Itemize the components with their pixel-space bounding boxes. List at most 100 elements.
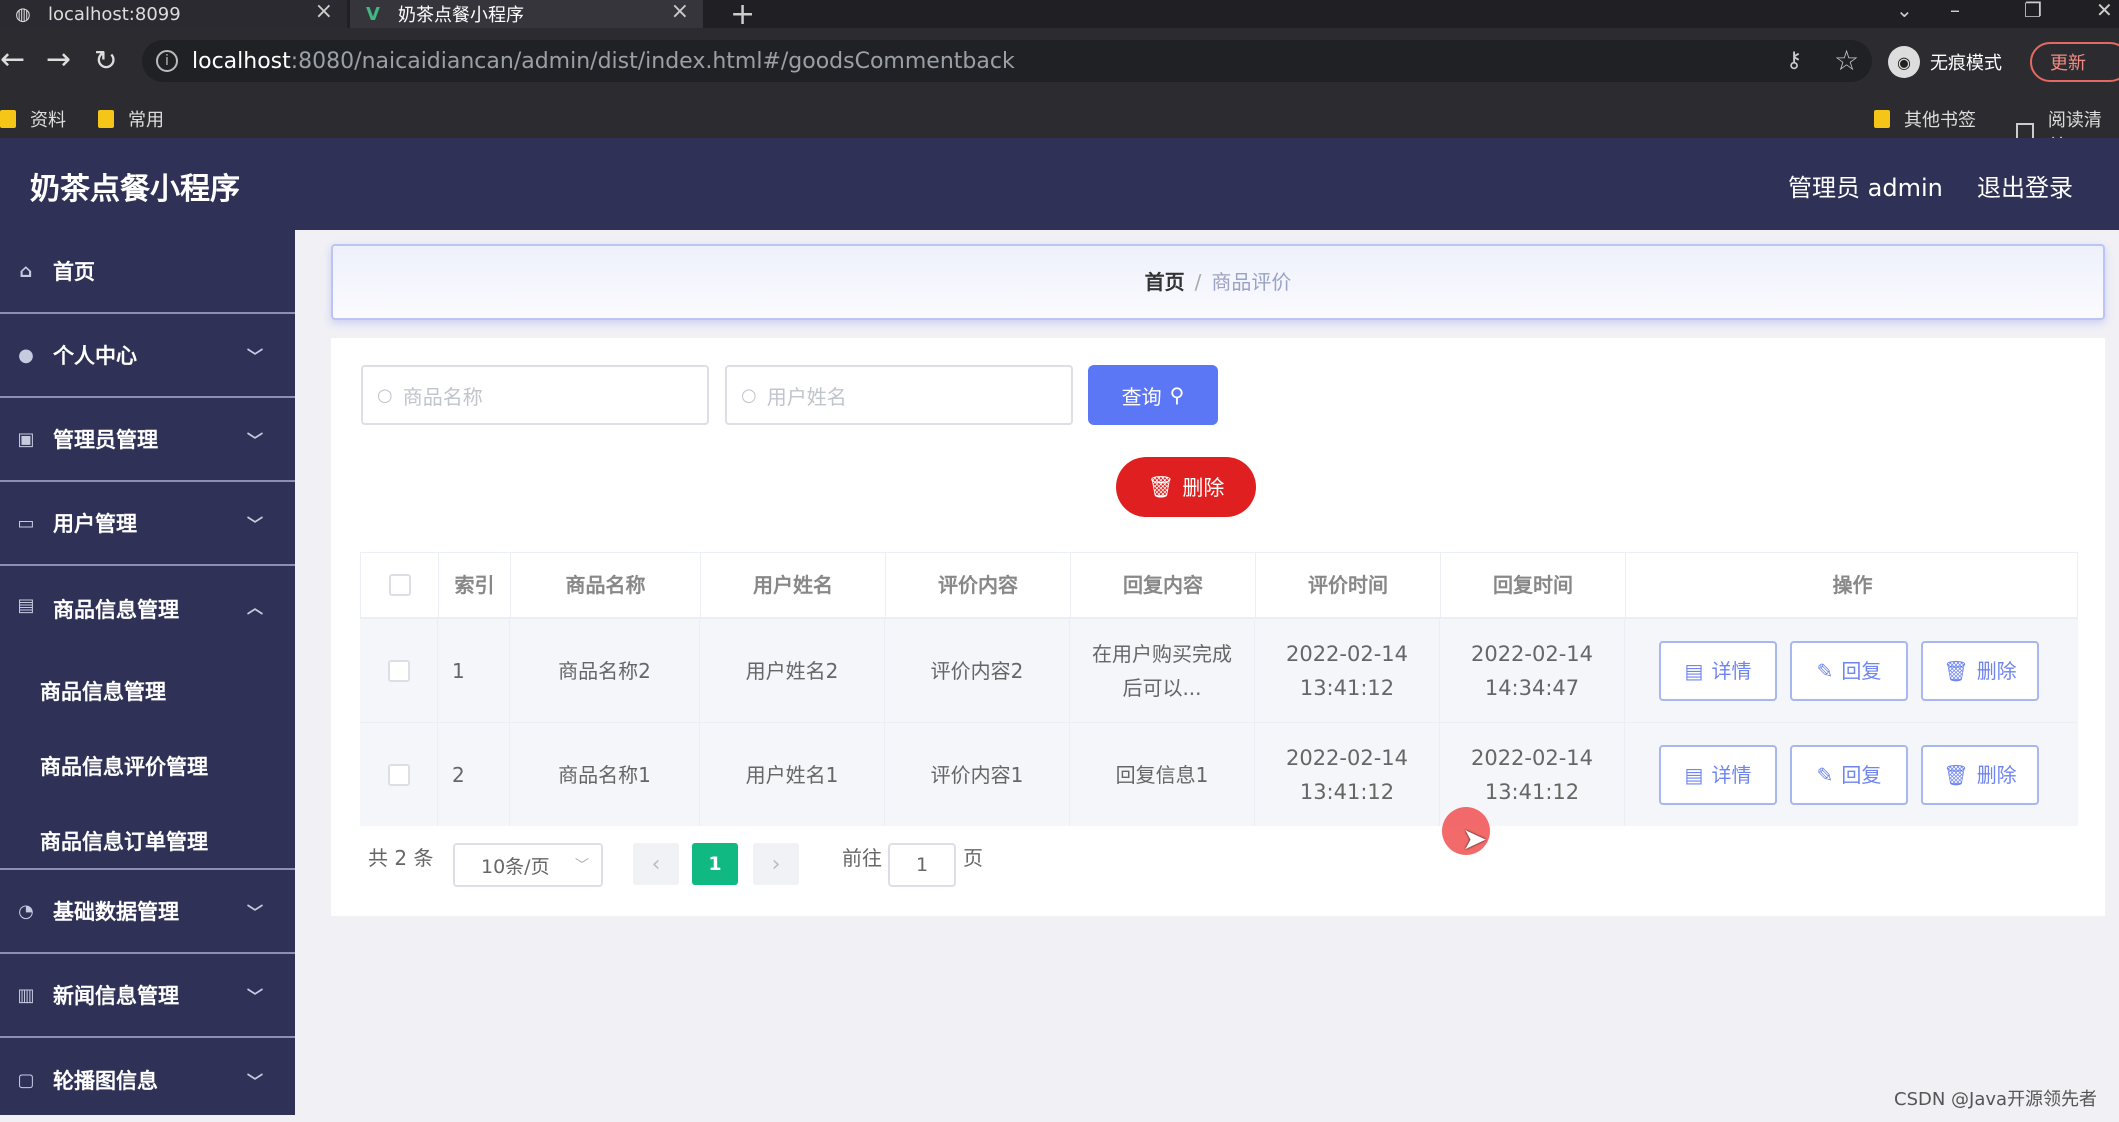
sidebar-item-goods-management[interactable]: ▤ 商品信息管理 ︿ bbox=[0, 566, 295, 870]
reload-icon[interactable]: ↻ bbox=[94, 44, 117, 77]
key-icon[interactable]: ⚷ bbox=[1786, 48, 1802, 73]
admin-user-label: 管理员 admin bbox=[1788, 174, 1943, 202]
bookmark-label: 其他书签 bbox=[1904, 110, 1976, 131]
reply-label: 回复 bbox=[1841, 763, 1882, 787]
select-all-checkbox[interactable] bbox=[388, 574, 411, 596]
breadcrumb-home[interactable]: 首页 bbox=[1145, 270, 1185, 294]
document-icon: ▤ bbox=[1684, 763, 1704, 787]
back-icon[interactable]: ← bbox=[0, 42, 25, 77]
goods-name-search-input[interactable]: ○ 商品名称 bbox=[361, 365, 709, 425]
browser-tab-localhost[interactable]: ◍ localhost:8099 × bbox=[0, 0, 347, 28]
pagination-total: 共 2 条 bbox=[368, 846, 434, 870]
breadcrumb-current: 商品评价 bbox=[1211, 270, 1292, 294]
sidebar-subitem-goods-orders[interactable]: 商品信息订单管理 bbox=[40, 826, 208, 856]
sidebar-item-news-management[interactable]: ▥ 新闻信息管理 ﹀ bbox=[0, 954, 295, 1038]
header-comment-time: 评价时间 bbox=[1256, 553, 1441, 617]
info-icon[interactable]: i bbox=[156, 50, 178, 72]
reply-button[interactable]: ✎ 回复 bbox=[1790, 641, 1908, 701]
incognito-icon: ◉ bbox=[1888, 46, 1920, 78]
browser-tab-app[interactable]: V 奶茶点餐小程序 × bbox=[350, 0, 703, 28]
search-icon: ○ bbox=[377, 384, 393, 406]
vue-logo-icon: V bbox=[366, 3, 380, 25]
row-reply: 回复信息1 bbox=[1070, 723, 1255, 826]
sidebar-item-label: 轮播图信息 bbox=[53, 1069, 158, 1093]
header-goods-name: 商品名称 bbox=[511, 553, 701, 617]
row-checkbox[interactable] bbox=[387, 763, 410, 786]
folder-icon bbox=[0, 110, 16, 128]
bulk-delete-button[interactable]: 🗑 删除 bbox=[1116, 457, 1256, 517]
bookmark-folder[interactable]: 常用 bbox=[98, 106, 164, 132]
sidebar-item-label: 用户管理 bbox=[53, 512, 137, 536]
restore-icon[interactable]: ❐ bbox=[2024, 0, 2042, 22]
row-reply: 在用户购买完成后可以... bbox=[1070, 619, 1255, 722]
sidebar-item-label: 首页 bbox=[53, 260, 95, 284]
goto-page-input[interactable]: 1 bbox=[888, 843, 956, 887]
sidebar-item-label: 基础数据管理 bbox=[53, 900, 179, 924]
bookmark-folder[interactable]: 资料 bbox=[0, 106, 66, 132]
row-index: 2 bbox=[438, 723, 510, 826]
sidebar-subitem-goods-comments[interactable]: 商品信息评价管理 bbox=[40, 751, 208, 781]
bookmark-star-icon[interactable]: ☆ bbox=[1834, 44, 1859, 77]
row-checkbox[interactable] bbox=[387, 659, 410, 682]
shop-icon: ▤ bbox=[17, 594, 35, 616]
sidebar-item-personal-center[interactable]: ● 个人中心 ﹀ bbox=[0, 314, 295, 398]
tab-close-icon[interactable]: × bbox=[315, 0, 333, 24]
table-row: 1 商品名称2 用户姓名2 评价内容2 在用户购买完成后可以... 2022-0… bbox=[360, 618, 2078, 722]
chevron-down-icon: ﹀ bbox=[246, 1072, 263, 1091]
sidebar-item-user-management[interactable]: ▭ 用户管理 ﹀ bbox=[0, 482, 295, 566]
clipboard-icon: ▣ bbox=[17, 428, 35, 450]
bookmark-label: 常用 bbox=[128, 110, 164, 131]
row-goods-name: 商品名称2 bbox=[510, 619, 700, 722]
breadcrumb: 首页 / 商品评价 bbox=[331, 244, 2105, 320]
page-size-select[interactable]: 10条/页 ﹀ bbox=[453, 843, 603, 887]
sidebar-subitem-goods-info[interactable]: 商品信息管理 bbox=[40, 676, 166, 706]
query-button[interactable]: 查询 ⚲ bbox=[1088, 365, 1218, 425]
bulk-delete-label: 删除 bbox=[1182, 476, 1225, 500]
row-user-name: 用户姓名2 bbox=[700, 619, 885, 722]
delete-button[interactable]: 🗑 删除 bbox=[1921, 641, 2039, 701]
next-page-button[interactable]: › bbox=[753, 843, 799, 885]
page-number-current[interactable]: 1 bbox=[692, 843, 738, 885]
header-actions: 操作 bbox=[1832, 573, 1873, 597]
header-comment: 评价内容 bbox=[886, 553, 1071, 617]
folder-icon bbox=[98, 110, 114, 128]
trash-icon: 🗑 bbox=[1943, 659, 1969, 683]
chevron-left-icon: ‹ bbox=[651, 851, 661, 877]
tab-search-icon[interactable]: ⌄ bbox=[1896, 0, 1913, 22]
minimize-icon[interactable]: – bbox=[1950, 0, 1960, 22]
detail-button[interactable]: ▤ 详情 bbox=[1659, 745, 1777, 805]
logout-link[interactable]: 退出登录 bbox=[1977, 168, 2073, 203]
detail-label: 详情 bbox=[1711, 659, 1752, 683]
forward-icon[interactable]: → bbox=[46, 42, 71, 77]
update-button[interactable]: 更新 bbox=[2030, 42, 2119, 82]
query-label: 查询 bbox=[1121, 384, 1162, 409]
header-reply: 回复内容 bbox=[1071, 553, 1256, 617]
sidebar-item-carousel[interactable]: ▢ 轮播图信息 ﹀ bbox=[0, 1038, 295, 1122]
sidebar-item-admin-management[interactable]: ▣ 管理员管理 ﹀ bbox=[0, 398, 295, 482]
app-title: 奶茶点餐小程序 bbox=[30, 172, 240, 207]
reply-button[interactable]: ✎ 回复 bbox=[1790, 745, 1908, 805]
header-select-all bbox=[361, 553, 439, 617]
folder-icon bbox=[1874, 110, 1890, 128]
sidebar-item-basic-data[interactable]: ◔ 基础数据管理 ﹀ bbox=[0, 870, 295, 954]
chevron-down-icon: ﹀ bbox=[575, 858, 589, 874]
detail-button[interactable]: ▤ 详情 bbox=[1659, 641, 1777, 701]
url-field[interactable]: i localhost:8080/naicaidiancan/admin/dis… bbox=[142, 40, 1872, 82]
user-name-search-input[interactable]: ○ 用户姓名 bbox=[725, 365, 1073, 425]
sidebar-item-label: 管理员管理 bbox=[53, 428, 158, 452]
user-icon: ● bbox=[18, 344, 34, 366]
edit-icon: ✎ bbox=[1816, 659, 1834, 683]
home-icon: ⌂ bbox=[19, 260, 33, 282]
header-reply-time: 回复时间 bbox=[1441, 553, 1626, 617]
window-close-icon[interactable]: ✕ bbox=[2096, 0, 2113, 22]
incognito-indicator[interactable]: ◉ 无痕模式 bbox=[1888, 40, 2002, 84]
sidebar-item-home[interactable]: ⌂ 首页 bbox=[0, 230, 295, 314]
id-card-icon: ▭ bbox=[17, 512, 35, 534]
chevron-down-icon: ﹀ bbox=[246, 347, 263, 366]
chevron-down-icon: ﹀ bbox=[246, 987, 263, 1006]
row-user-name: 用户姓名1 bbox=[700, 723, 885, 826]
prev-page-button[interactable]: ‹ bbox=[633, 843, 679, 885]
delete-button[interactable]: 🗑 删除 bbox=[1921, 745, 2039, 805]
tab-close-icon[interactable]: × bbox=[671, 0, 689, 24]
bookmark-folder[interactable]: 其他书签 bbox=[1874, 106, 1976, 132]
